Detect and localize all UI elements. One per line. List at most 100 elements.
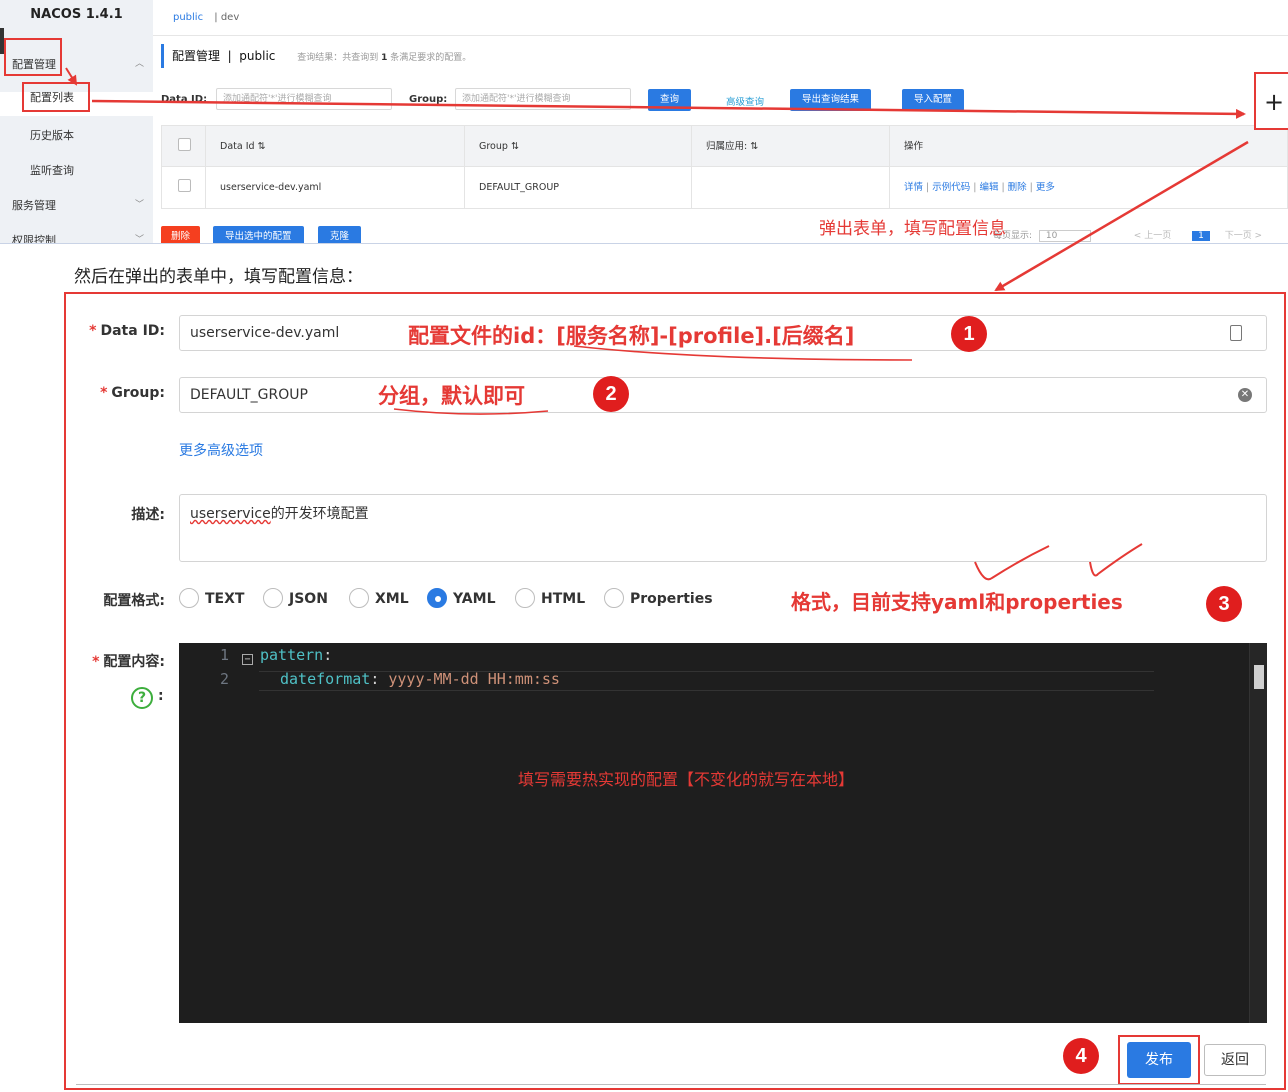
import-config-button[interactable]: 导入配置 bbox=[902, 89, 965, 111]
op-detail-link[interactable]: 详情 bbox=[904, 182, 923, 193]
yaml-colon: : bbox=[323, 646, 333, 664]
app-logo: NACOS 1.4.1 bbox=[30, 7, 123, 22]
query-button[interactable]: 查询 bbox=[648, 89, 692, 111]
chevron-up-icon: ︿ bbox=[134, 59, 144, 69]
help-icon[interactable]: ? bbox=[131, 687, 153, 709]
namespace-public-link[interactable]: public bbox=[173, 12, 203, 23]
clone-button[interactable]: 克隆 bbox=[318, 226, 362, 243]
column-header-operations: 操作 bbox=[904, 141, 924, 152]
line-number: 2 bbox=[219, 670, 229, 688]
page-title-text: 配置管理 | public bbox=[172, 49, 276, 63]
description-label: 描述: bbox=[131, 507, 165, 523]
delete-button[interactable]: 删除 bbox=[161, 226, 201, 243]
op-sample-code-link[interactable]: 示例代码 bbox=[932, 182, 970, 193]
row-checkbox[interactable] bbox=[178, 179, 191, 192]
radio-button-icon bbox=[604, 588, 624, 608]
namespace-dev-link[interactable]: | dev bbox=[214, 12, 239, 23]
select-all-checkbox[interactable] bbox=[178, 138, 191, 151]
group-annotation: 分组，默认即可 bbox=[378, 384, 525, 408]
config-table: Data Id ⇅ Group ⇅ 归属应用: ⇅ 操作 userservice… bbox=[161, 125, 1288, 209]
column-header-app[interactable]: 归属应用: ⇅ bbox=[692, 126, 890, 166]
description-textarea[interactable]: userservice的开发环境配置 bbox=[179, 494, 1267, 562]
op-edit-link[interactable]: 编辑 bbox=[979, 182, 998, 193]
data-id-value: userservice-dev.yaml bbox=[190, 325, 340, 341]
table-header: Data Id ⇅ Group ⇅ 归属应用: ⇅ 操作 bbox=[162, 126, 1287, 167]
row-app bbox=[692, 167, 890, 209]
format-radio-html[interactable]: HTML bbox=[515, 588, 585, 610]
clear-icon[interactable]: ✕ bbox=[1238, 388, 1252, 402]
advanced-query-link[interactable]: 高级查询 bbox=[726, 94, 764, 108]
more-advanced-options-link[interactable]: 更多高级选项 bbox=[179, 440, 263, 460]
data-id-label: * Data ID: bbox=[89, 323, 165, 339]
header-checkbox-cell bbox=[162, 126, 206, 166]
op-more-link[interactable]: 更多 bbox=[1036, 182, 1055, 193]
radio-button-icon bbox=[263, 588, 283, 608]
data-id-label-text: Data ID: bbox=[100, 323, 165, 339]
yaml-colon: : bbox=[370, 670, 380, 688]
clipboard-icon[interactable] bbox=[1230, 325, 1242, 341]
column-header-group[interactable]: Group ⇅ bbox=[465, 126, 692, 166]
format-radio-json[interactable]: JSON bbox=[263, 588, 328, 610]
data-id-annotation: 配置文件的id：[服务名称]-[profile].[后缀名] bbox=[408, 324, 855, 348]
column-header-data-id[interactable]: Data Id ⇅ bbox=[206, 126, 465, 166]
content-label-text: 配置内容: bbox=[103, 654, 165, 670]
step-number-1: 1 bbox=[951, 316, 987, 352]
current-page-button[interactable]: 1 bbox=[1192, 231, 1210, 241]
group-input[interactable]: DEFAULT_GROUP ✕ bbox=[179, 377, 1267, 413]
scrollbar-thumb[interactable] bbox=[1254, 665, 1264, 689]
table-row: userservice-dev.yaml DEFAULT_GROUP 详情 | 示例… bbox=[162, 167, 1287, 209]
highlight-config-management bbox=[4, 38, 62, 76]
format-radio-yaml[interactable]: YAML bbox=[427, 588, 496, 610]
format-label: 配置格式: bbox=[103, 593, 165, 609]
sidebar-item-label: 权限控制 bbox=[12, 234, 56, 244]
prev-page-button[interactable]: < 上一页 bbox=[1134, 231, 1171, 241]
sidebar-item-label: 监听查询 bbox=[30, 164, 74, 177]
instruction-text: 然后在弹出的表单中，填写配置信息： bbox=[74, 267, 363, 287]
format-radio-text[interactable]: TEXT bbox=[179, 588, 244, 610]
per-page-select[interactable]: 10 bbox=[1038, 230, 1091, 242]
highlight-publish-button bbox=[1118, 1035, 1200, 1085]
sidebar-item-label: 历史版本 bbox=[30, 129, 74, 142]
fold-icon[interactable]: − bbox=[242, 654, 253, 665]
radio-label: YAML bbox=[453, 591, 496, 607]
group-label: * Group: bbox=[100, 385, 165, 401]
popup-annotation: 弹出表单，填写配置信息 bbox=[819, 219, 1006, 239]
sidebar: NACOS 1.4.1 配置管理 ︿ 配置列表 历史版本 监听查询 服务管理 ﹀… bbox=[0, 0, 153, 244]
sidebar-item-label: 服务管理 bbox=[12, 199, 56, 212]
sidebar-item-listen-query[interactable]: 监听查询 bbox=[0, 162, 153, 178]
config-content-editor[interactable]: 1 2 − pattern: dateformat: yyyy-MM-dd HH… bbox=[179, 643, 1267, 1023]
result-hint-prefix: 查询结果：共查询到 bbox=[297, 53, 379, 63]
yaml-key: dateformat bbox=[280, 670, 371, 688]
group-search-input[interactable]: 添加通配符'*'进行模糊查询 bbox=[455, 88, 631, 110]
data-id-search-input[interactable]: 添加通配符'*'进行模糊查询 bbox=[216, 88, 392, 110]
op-delete-link[interactable]: 删除 bbox=[1008, 182, 1027, 193]
group-value: DEFAULT_GROUP bbox=[190, 387, 308, 403]
result-hint-suffix: 条满足要求的配置。 bbox=[390, 53, 472, 63]
radio-button-selected-icon bbox=[427, 588, 447, 608]
format-radio-properties[interactable]: Properties bbox=[604, 588, 713, 610]
divider bbox=[76, 1084, 1266, 1085]
result-count: 1 bbox=[381, 53, 388, 63]
radio-button-icon bbox=[179, 588, 199, 608]
code-line-1: pattern: bbox=[260, 646, 332, 664]
sidebar-item-service-management[interactable]: 服务管理 ﹀ bbox=[0, 197, 153, 213]
radio-label: HTML bbox=[541, 591, 586, 607]
description-value: 的开发环境配置 bbox=[270, 506, 369, 522]
main-content: public | dev 配置管理 | public 查询结果：共查询到 1 条… bbox=[153, 0, 1288, 243]
add-config-button[interactable]: + bbox=[1254, 72, 1288, 130]
row-data-id: userservice-dev.yaml bbox=[206, 167, 465, 209]
page-title: 配置管理 | public 查询结果：共查询到 1 条满足要求的配置。 bbox=[161, 44, 471, 68]
next-page-button[interactable]: 下一页 > bbox=[1225, 231, 1262, 241]
export-selected-button[interactable]: 导出选中的配置 bbox=[213, 226, 304, 243]
content-annotation: 填写需要热实现的配置【不变化的就写在本地】 bbox=[518, 770, 855, 789]
code-line-2: dateformat: yyyy-MM-dd HH:mm:ss bbox=[280, 670, 560, 688]
highlight-config-list bbox=[22, 82, 90, 112]
back-button[interactable]: 返回 bbox=[1204, 1044, 1266, 1076]
export-results-button[interactable]: 导出查询结果 bbox=[790, 89, 872, 111]
yaml-value: yyyy-MM-dd HH:mm:ss bbox=[388, 670, 560, 688]
sidebar-item-history[interactable]: 历史版本 bbox=[0, 127, 153, 143]
sidebar-item-access-control[interactable]: 权限控制 ﹀ bbox=[0, 232, 153, 244]
format-radio-xml[interactable]: XML bbox=[349, 588, 409, 610]
editor-scrollbar[interactable] bbox=[1249, 643, 1267, 1023]
group-search-label: Group: bbox=[409, 94, 448, 105]
